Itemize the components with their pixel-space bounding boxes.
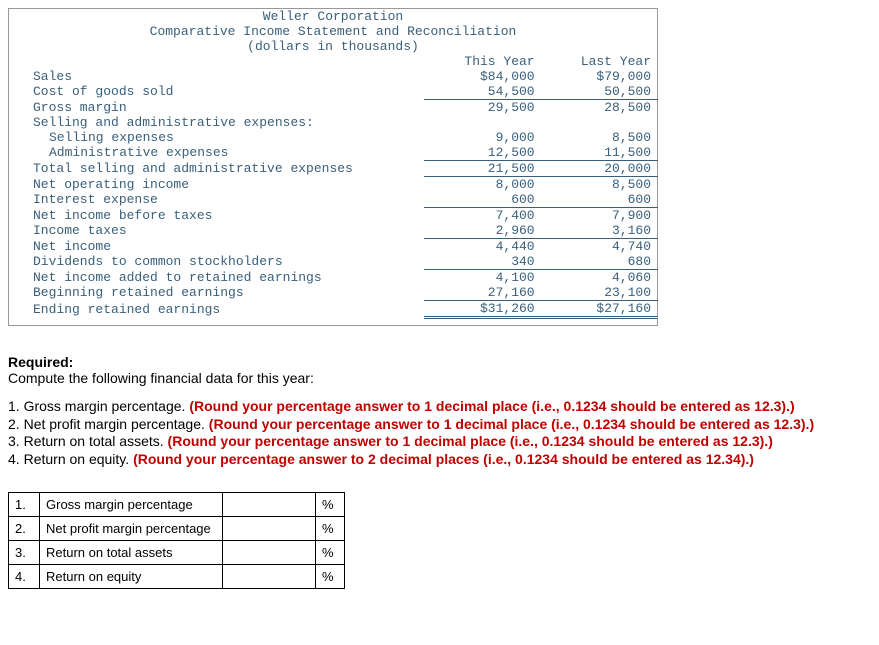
answer-2-num: 2. [9, 517, 40, 541]
row-nibt-label: Net income before taxes [9, 208, 425, 224]
row-totsga-a: 21,500 [424, 161, 540, 177]
row-netop-label: Net operating income [9, 177, 425, 193]
row-endre-label: Ending retained earnings [9, 301, 425, 318]
row-sga-header: Selling and administrative expenses: [9, 115, 658, 130]
row-niret-label: Net income added to retained earnings [9, 270, 425, 286]
instruction-1-note: (Round your percentage answer to 1 decim… [189, 398, 794, 414]
row-niret-b: 4,060 [541, 270, 658, 286]
instruction-3: 3. Return on total assets. (Round your p… [8, 433, 871, 451]
statement-title: Comparative Income Statement and Reconci… [9, 24, 658, 39]
row-sales-label: Sales [9, 69, 425, 84]
answer-row-4: 4. Return on equity % [9, 565, 345, 589]
row-nibt-b: 7,900 [541, 208, 658, 224]
row-intexp-b: 600 [541, 192, 658, 208]
row-netop-b: 8,500 [541, 177, 658, 193]
answer-2-input[interactable] [229, 520, 313, 537]
answer-row-2: 2. Net profit margin percentage % [9, 517, 345, 541]
instruction-3-num: 3. [8, 433, 24, 449]
row-netinc-a: 4,440 [424, 239, 540, 255]
row-divs-a: 340 [424, 254, 540, 270]
answer-3-num: 3. [9, 541, 40, 565]
instruction-2: 2. Net profit margin percentage. (Round … [8, 416, 871, 434]
row-sales-b: $79,000 [541, 69, 658, 84]
answer-3-label: Return on total assets [40, 541, 223, 565]
row-divs-b: 680 [541, 254, 658, 270]
row-endre-b: $27,160 [541, 301, 658, 318]
row-netinc-label: Net income [9, 239, 425, 255]
row-sales-a: $84,000 [424, 69, 540, 84]
row-taxes-a: 2,960 [424, 223, 540, 239]
row-begre-a: 27,160 [424, 285, 540, 301]
answer-1-label: Gross margin percentage [40, 493, 223, 517]
row-admexp-label: Administrative expenses [9, 145, 425, 161]
row-totsga-label: Total selling and administrative expense… [9, 161, 425, 177]
answer-2-unit: % [316, 517, 345, 541]
row-totsga-b: 20,000 [541, 161, 658, 177]
row-cogs-a: 54,500 [424, 84, 540, 100]
row-divs-label: Dividends to common stockholders [9, 254, 425, 270]
answer-4-input[interactable] [229, 568, 313, 585]
answer-row-1: 1. Gross margin percentage % [9, 493, 345, 517]
row-admexp-b: 11,500 [541, 145, 658, 161]
required-intro: Compute the following financial data for… [8, 370, 871, 386]
row-gross-b: 28,500 [541, 100, 658, 116]
company-name: Weller Corporation [9, 9, 658, 25]
row-cogs-label: Cost of goods sold [9, 84, 425, 100]
statement-sub: (dollars in thousands) [9, 39, 658, 54]
row-cogs-b: 50,500 [541, 84, 658, 100]
instruction-4: 4. Return on equity. (Round your percent… [8, 451, 871, 469]
row-taxes-b: 3,160 [541, 223, 658, 239]
row-netop-a: 8,000 [424, 177, 540, 193]
answer-4-num: 4. [9, 565, 40, 589]
row-gross-label: Gross margin [9, 100, 425, 116]
instruction-4-text: Return on equity. [24, 451, 133, 467]
row-intexp-a: 600 [424, 192, 540, 208]
income-statement-table: Weller Corporation Comparative Income St… [8, 8, 658, 326]
instruction-2-text: Net profit margin percentage. [24, 416, 209, 432]
answer-row-3: 3. Return on total assets % [9, 541, 345, 565]
row-sellexp-a: 9,000 [424, 130, 540, 145]
instruction-3-text: Return on total assets. [24, 433, 168, 449]
answer-2-label: Net profit margin percentage [40, 517, 223, 541]
row-begre-label: Beginning retained earnings [9, 285, 425, 301]
row-sellexp-label: Selling expenses [9, 130, 425, 145]
instruction-1-text: Gross margin percentage. [24, 398, 190, 414]
instruction-1: 1. Gross margin percentage. (Round your … [8, 398, 871, 416]
answer-1-input[interactable] [229, 496, 313, 513]
col-this-year: This Year [424, 54, 540, 69]
answer-1-unit: % [316, 493, 345, 517]
row-netinc-b: 4,740 [541, 239, 658, 255]
answer-3-input[interactable] [229, 544, 313, 561]
instruction-3-note: (Round your percentage answer to 1 decim… [168, 433, 773, 449]
row-endre-a: $31,260 [424, 301, 540, 318]
row-begre-b: 23,100 [541, 285, 658, 301]
row-nibt-a: 7,400 [424, 208, 540, 224]
required-heading: Required: [8, 354, 871, 370]
answer-3-unit: % [316, 541, 345, 565]
instruction-list: 1. Gross margin percentage. (Round your … [8, 398, 871, 468]
answer-1-num: 1. [9, 493, 40, 517]
row-gross-a: 29,500 [424, 100, 540, 116]
row-niret-a: 4,100 [424, 270, 540, 286]
answer-4-unit: % [316, 565, 345, 589]
row-sellexp-b: 8,500 [541, 130, 658, 145]
row-admexp-a: 12,500 [424, 145, 540, 161]
col-last-year: Last Year [541, 54, 658, 69]
answer-4-label: Return on equity [40, 565, 223, 589]
instruction-4-note: (Round your percentage answer to 2 decim… [133, 451, 754, 467]
answer-table: 1. Gross margin percentage % 2. Net prof… [8, 492, 345, 589]
row-taxes-label: Income taxes [9, 223, 425, 239]
row-intexp-label: Interest expense [9, 192, 425, 208]
instruction-4-num: 4. [8, 451, 24, 467]
required-section: Required: Compute the following financia… [8, 354, 871, 386]
instruction-2-num: 2. [8, 416, 24, 432]
instruction-2-note: (Round your percentage answer to 1 decim… [209, 416, 814, 432]
instruction-1-num: 1. [8, 398, 24, 414]
